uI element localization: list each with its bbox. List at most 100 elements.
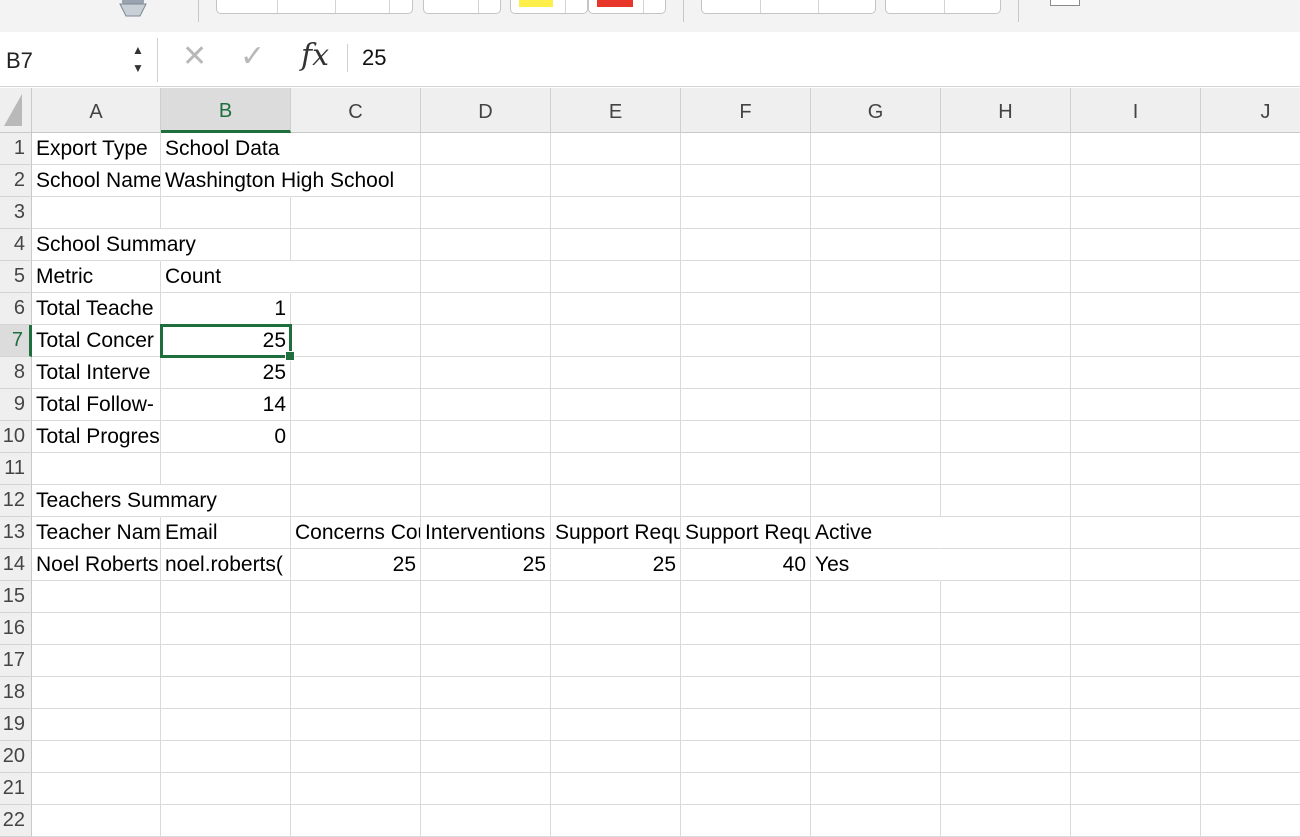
cell-e1[interactable] [551, 133, 681, 165]
cell-h6[interactable] [941, 293, 1071, 325]
cell-i5[interactable] [1071, 261, 1201, 293]
cell-d6[interactable] [421, 293, 551, 325]
cell-e22[interactable] [551, 805, 681, 837]
cell-f17[interactable] [681, 645, 811, 677]
cell-b13[interactable]: Email [161, 517, 291, 549]
cell-b7[interactable]: 25 [160, 324, 295, 361]
cell-b8[interactable]: 25 [161, 357, 291, 389]
cell-f8[interactable] [681, 357, 811, 389]
cell-i12[interactable] [1071, 485, 1201, 517]
cell-b5[interactable]: Count [161, 261, 291, 293]
cell-d22[interactable] [421, 805, 551, 837]
cell-g7[interactable] [811, 325, 941, 357]
cell-e15[interactable] [551, 581, 681, 613]
cell-b12[interactable] [161, 485, 291, 517]
cell-h15[interactable] [941, 581, 1071, 613]
cell-a20[interactable] [32, 741, 161, 773]
cell-i17[interactable] [1071, 645, 1201, 677]
cell-a8[interactable]: Total Interve [32, 357, 161, 389]
cell-f16[interactable] [681, 613, 811, 645]
cell-c21[interactable] [291, 773, 421, 805]
row-header-11[interactable]: 11 [0, 453, 32, 485]
cell-g5[interactable] [811, 261, 941, 293]
cell-h7[interactable] [941, 325, 1071, 357]
cell-h20[interactable] [941, 741, 1071, 773]
cell-j19[interactable] [1201, 709, 1300, 741]
fill-color-button[interactable] [510, 0, 588, 14]
cell-h14[interactable] [941, 549, 1071, 581]
cell-h13[interactable] [941, 517, 1071, 549]
cell-i14[interactable] [1071, 549, 1201, 581]
row-header-4[interactable]: 4 [0, 229, 32, 261]
row-header-19[interactable]: 19 [0, 709, 32, 741]
cell-e17[interactable] [551, 645, 681, 677]
cell-i9[interactable] [1071, 389, 1201, 421]
cell-c12[interactable] [291, 485, 421, 517]
cell-c10[interactable] [291, 421, 421, 453]
cell-i4[interactable] [1071, 229, 1201, 261]
cell-c20[interactable] [291, 741, 421, 773]
cell-f19[interactable] [681, 709, 811, 741]
cell-d19[interactable] [421, 709, 551, 741]
cell-a18[interactable] [32, 677, 161, 709]
cell-j10[interactable] [1201, 421, 1300, 453]
cell-e16[interactable] [551, 613, 681, 645]
cell-a9[interactable]: Total Follow- [32, 389, 161, 421]
cell-a19[interactable] [32, 709, 161, 741]
cell-h1[interactable] [941, 133, 1071, 165]
cell-d18[interactable] [421, 677, 551, 709]
cell-e6[interactable] [551, 293, 681, 325]
cell-c22[interactable] [291, 805, 421, 837]
cell-i6[interactable] [1071, 293, 1201, 325]
cell-a12[interactable]: Teachers Summary [32, 485, 217, 517]
font-color-button[interactable] [588, 0, 666, 14]
column-header-g[interactable]: G [811, 88, 941, 133]
cell-j9[interactable] [1201, 389, 1300, 421]
cell-h8[interactable] [941, 357, 1071, 389]
borders-button[interactable] [423, 0, 501, 14]
cell-e2[interactable] [551, 165, 681, 197]
cell-a7[interactable]: Total Concer [32, 325, 161, 357]
cell-j15[interactable] [1201, 581, 1300, 613]
cell-g20[interactable] [811, 741, 941, 773]
cell-b18[interactable] [161, 677, 291, 709]
cell-b1[interactable]: School Data [161, 133, 291, 165]
cell-a16[interactable] [32, 613, 161, 645]
cell-c15[interactable] [291, 581, 421, 613]
cell-f3[interactable] [681, 197, 811, 229]
cell-f15[interactable] [681, 581, 811, 613]
formula-input[interactable]: 25 [362, 45, 386, 71]
cell-g12[interactable] [811, 485, 941, 517]
cell-a6[interactable]: Total Teache [32, 293, 161, 325]
row-header-3[interactable]: 3 [0, 197, 32, 229]
cell-i2[interactable] [1071, 165, 1201, 197]
cell-d9[interactable] [421, 389, 551, 421]
row-header-21[interactable]: 21 [0, 773, 32, 805]
cell-f14[interactable]: 40 [681, 549, 811, 581]
name-box[interactable]: B7 ▲ ▼ [0, 38, 158, 82]
cell-c2[interactable] [291, 165, 421, 197]
row-header-17[interactable]: 17 [0, 645, 32, 677]
cell-h9[interactable] [941, 389, 1071, 421]
enter-checkmark-icon[interactable]: ✓ [240, 42, 265, 72]
cell-b20[interactable] [161, 741, 291, 773]
cell-f10[interactable] [681, 421, 811, 453]
cell-a11[interactable] [32, 453, 161, 485]
cell-a4[interactable]: School Summary [32, 229, 196, 261]
cell-c8[interactable] [291, 357, 421, 389]
cell-f7[interactable] [681, 325, 811, 357]
cell-a2[interactable]: School Name [32, 165, 161, 197]
row-header-14[interactable]: 14 [0, 549, 32, 581]
cell-j11[interactable] [1201, 453, 1300, 485]
cell-g18[interactable] [811, 677, 941, 709]
cell-b3[interactable] [161, 197, 291, 229]
cell-a1[interactable]: Export Type [32, 133, 161, 165]
cell-e5[interactable] [551, 261, 681, 293]
cell-j20[interactable] [1201, 741, 1300, 773]
cell-d15[interactable] [421, 581, 551, 613]
name-box-value[interactable]: B7 [6, 48, 33, 74]
cell-c6[interactable] [291, 293, 421, 325]
column-header-i[interactable]: I [1071, 88, 1201, 133]
cell-b9[interactable]: 14 [161, 389, 291, 421]
cell-d10[interactable] [421, 421, 551, 453]
